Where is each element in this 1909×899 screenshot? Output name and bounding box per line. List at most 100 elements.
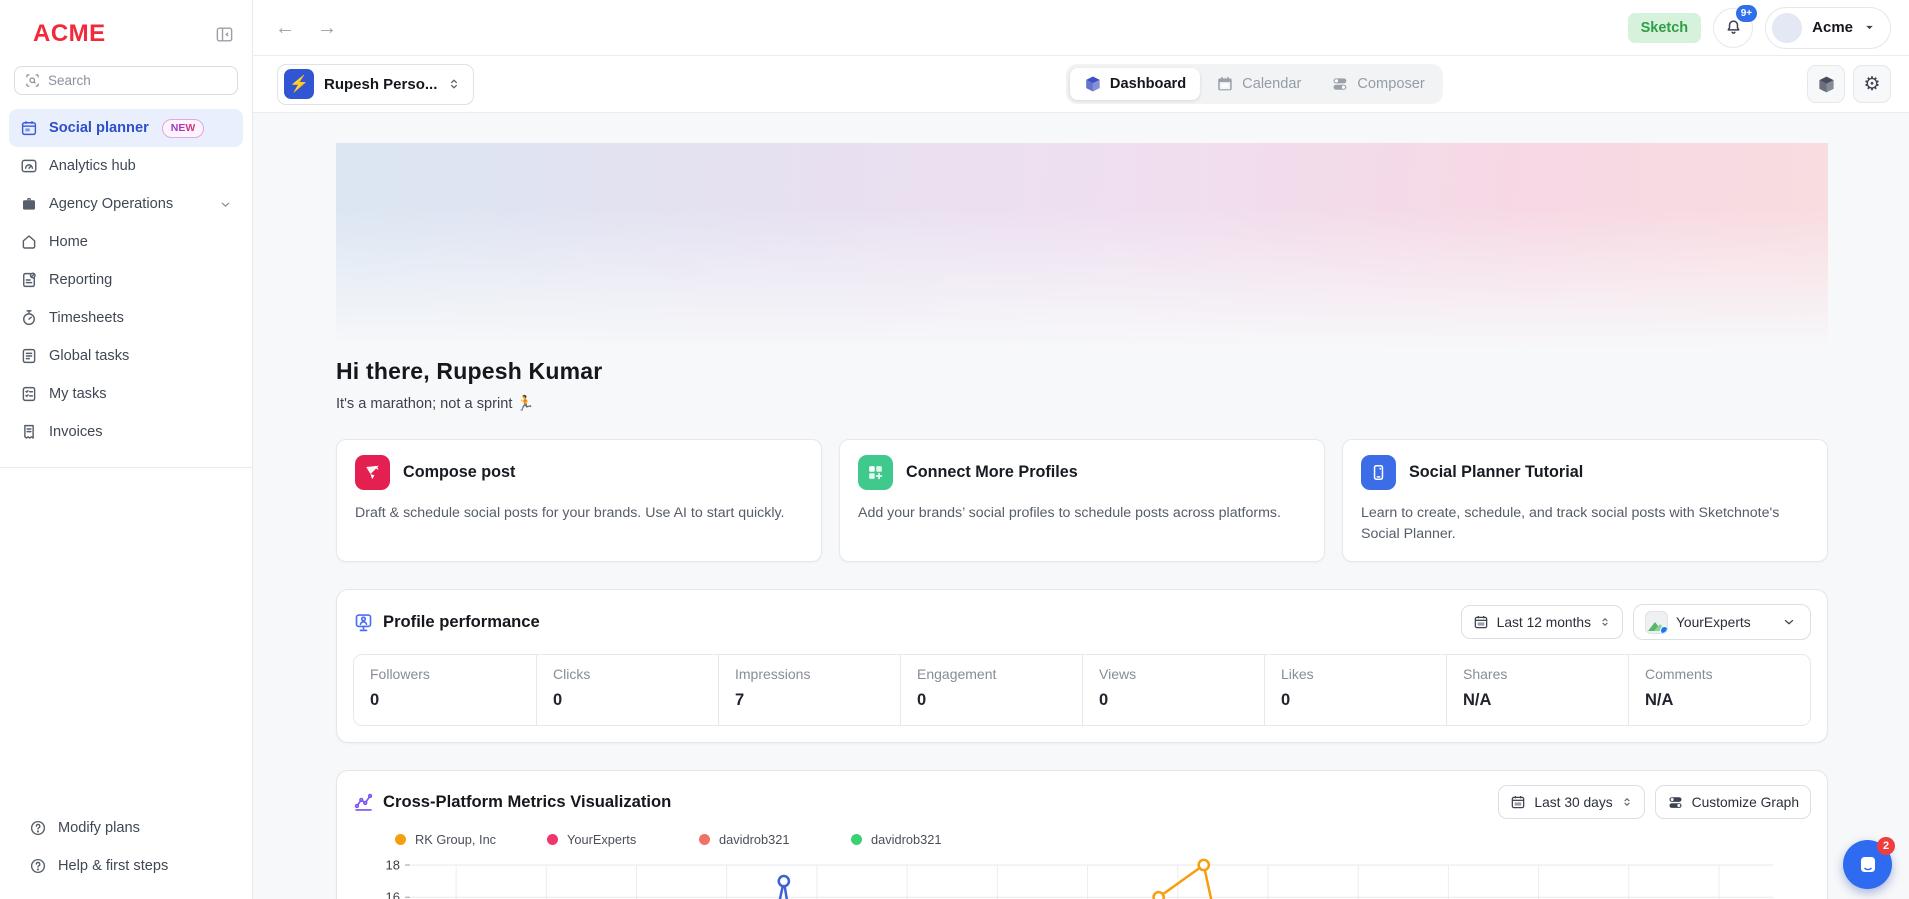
- sidebar-item-help-first-steps[interactable]: Help & first steps: [18, 847, 234, 885]
- sidebar-item-label: Reporting: [49, 272, 113, 288]
- calendar-icon: [20, 119, 38, 137]
- question-icon: [29, 857, 47, 875]
- metrics-chart: 024681012141618impressionsMar 19Mar 21Ma…: [386, 858, 1773, 899]
- workspace-selector-label: Rupesh Perso...: [324, 75, 438, 93]
- integrations-button[interactable]: [1807, 65, 1845, 103]
- sketch-badge[interactable]: Sketch: [1627, 12, 1702, 43]
- metric-label: Views: [1099, 666, 1137, 683]
- sidebar-item-global-tasks[interactable]: Global tasks: [9, 337, 243, 375]
- topbar: ← → Sketch 9+ Acme: [253, 0, 1909, 56]
- chart-range-select[interactable]: Last 30 days: [1498, 785, 1645, 820]
- svg-text:18: 18: [386, 858, 400, 873]
- forward-arrow-icon[interactable]: →: [317, 18, 337, 38]
- legend-label: davidrob321: [871, 832, 942, 848]
- metric-label: Shares: [1463, 666, 1508, 683]
- customize-graph-button[interactable]: Customize Graph: [1654, 785, 1811, 820]
- sidebar-item-modify-plans[interactable]: Modify plans: [18, 809, 234, 847]
- invoice-icon: [20, 423, 38, 441]
- sidebar-item-label: Agency Operations: [49, 196, 174, 212]
- metric-label: Comments: [1645, 666, 1713, 683]
- metric-value: 0: [553, 691, 563, 710]
- sidebar-item-agency-operations[interactable]: Agency Operations: [9, 185, 243, 223]
- legend-item[interactable]: YourExperts: [547, 832, 699, 847]
- sidebar-footer: Modify plans Help & first steps: [9, 809, 243, 885]
- question-icon: [29, 819, 47, 837]
- legend-item[interactable]: davidrob321: [851, 832, 1003, 847]
- metric-shares: Shares N/A: [1446, 655, 1628, 726]
- greeting-subtitle: It's a marathon; not a sprint 🏃: [336, 396, 535, 412]
- card-description: Draft & schedule social posts for your b…: [355, 505, 785, 521]
- metric-value: 0: [1099, 691, 1109, 710]
- view-tabs: Dashboard Calendar Composer: [1065, 64, 1443, 104]
- metric-value: 7: [735, 691, 745, 710]
- sliders-icon: [1331, 75, 1349, 93]
- card-title: Connect More Profiles: [906, 463, 1078, 481]
- sidebar-item-label: Social planner: [49, 120, 149, 136]
- notifications-button[interactable]: 9+: [1713, 4, 1758, 48]
- card-description: Learn to create, schedule, and track soc…: [1361, 505, 1780, 542]
- legend-item[interactable]: davidrob321: [699, 832, 851, 847]
- metric-value: 0: [1281, 691, 1291, 710]
- metric-value: 0: [370, 691, 380, 710]
- legend-dot-icon: [395, 834, 406, 846]
- search-field[interactable]: [48, 73, 227, 88]
- metric-clicks: Clicks 0: [536, 655, 718, 726]
- legend-label: davidrob321: [719, 832, 790, 848]
- metric-label: Followers: [370, 666, 430, 683]
- greeting-title: Hi there, Rupesh Kumar: [336, 358, 603, 384]
- performance-range-select[interactable]: Last 12 months: [1460, 605, 1623, 640]
- sidebar-item-timesheets[interactable]: Timesheets: [9, 299, 243, 337]
- metric-comments: Comments N/A: [1628, 655, 1810, 726]
- notification-count-badge: 9+: [1735, 4, 1758, 22]
- sidebar-item-analytics-hub[interactable]: Analytics hub: [9, 147, 243, 185]
- chevron-down-icon: [1782, 615, 1796, 629]
- metric-label: Clicks: [553, 666, 591, 683]
- tab-label: Dashboard: [1109, 76, 1187, 92]
- performance-account-select[interactable]: YourExperts: [1633, 604, 1811, 641]
- briefcase-icon: [20, 195, 38, 213]
- card-social-planner-tutorial[interactable]: Social Planner Tutorial Learn to create, …: [1342, 439, 1828, 563]
- report-icon: [20, 271, 38, 289]
- hero-gradient: [336, 143, 1828, 358]
- sidebar-item-home[interactable]: Home: [9, 223, 243, 261]
- sidebar-item-invoices[interactable]: Invoices: [9, 413, 243, 451]
- account-menu[interactable]: Acme: [1765, 6, 1891, 49]
- legend-dot-icon: [851, 834, 862, 846]
- calendar-icon: [1473, 614, 1489, 630]
- account-avatar: [1772, 12, 1803, 43]
- settings-button[interactable]: ⚙: [1853, 65, 1891, 103]
- profile-avatar-image: [1645, 610, 1668, 634]
- chart-legend: RK Group, Inc YourExperts davidrob321 david…: [395, 832, 1811, 847]
- sidebar: ACME Social planner NEW Analytics hub Agenc…: [0, 0, 253, 899]
- sidebar-item-my-tasks[interactable]: My tasks: [9, 375, 243, 413]
- chevron-up-down-icon: [1624, 798, 1630, 807]
- cube-icon: [1084, 75, 1102, 93]
- card-compose-post[interactable]: Compose post Draft & schedule social post…: [336, 439, 822, 563]
- card-connect-more-profiles[interactable]: Connect More Profiles Add your brands’ so…: [839, 439, 1325, 563]
- home-icon: [20, 233, 38, 251]
- checklist-icon: [20, 385, 38, 403]
- workspace-selector[interactable]: ⚡ Rupesh Perso...: [277, 63, 475, 105]
- metric-label: Likes: [1281, 666, 1314, 683]
- metric-label: Engagement: [917, 666, 997, 683]
- sidebar-collapse-icon[interactable]: [215, 25, 234, 44]
- back-arrow-icon[interactable]: ←: [275, 18, 295, 38]
- account-name: Acme: [1812, 19, 1853, 36]
- metric-engagement: Engagement 0: [900, 655, 1082, 726]
- tab-calendar[interactable]: Calendar: [1202, 68, 1315, 100]
- sidebar-item-social-planner[interactable]: Social planner NEW: [9, 109, 243, 147]
- chart-range-label: Last 30 days: [1534, 794, 1613, 810]
- line-chart-icon: [353, 792, 374, 813]
- metric-likes: Likes 0: [1264, 655, 1446, 726]
- chevron-down-icon: [219, 198, 232, 211]
- tab-label: Composer: [1357, 76, 1425, 92]
- chat-launcher[interactable]: 2: [1843, 837, 1895, 889]
- tab-dashboard[interactable]: Dashboard: [1069, 68, 1201, 100]
- toolbar: ⚡ Rupesh Perso... Dashboard Calendar Compo…: [253, 56, 1909, 113]
- sidebar-item-reporting[interactable]: Reporting: [9, 261, 243, 299]
- profiles-icon: [858, 455, 893, 490]
- legend-item[interactable]: RK Group, Inc: [395, 832, 547, 847]
- search-input[interactable]: [14, 66, 238, 95]
- tab-composer[interactable]: Composer: [1317, 68, 1438, 100]
- legend-label: RK Group, Inc: [415, 832, 497, 848]
